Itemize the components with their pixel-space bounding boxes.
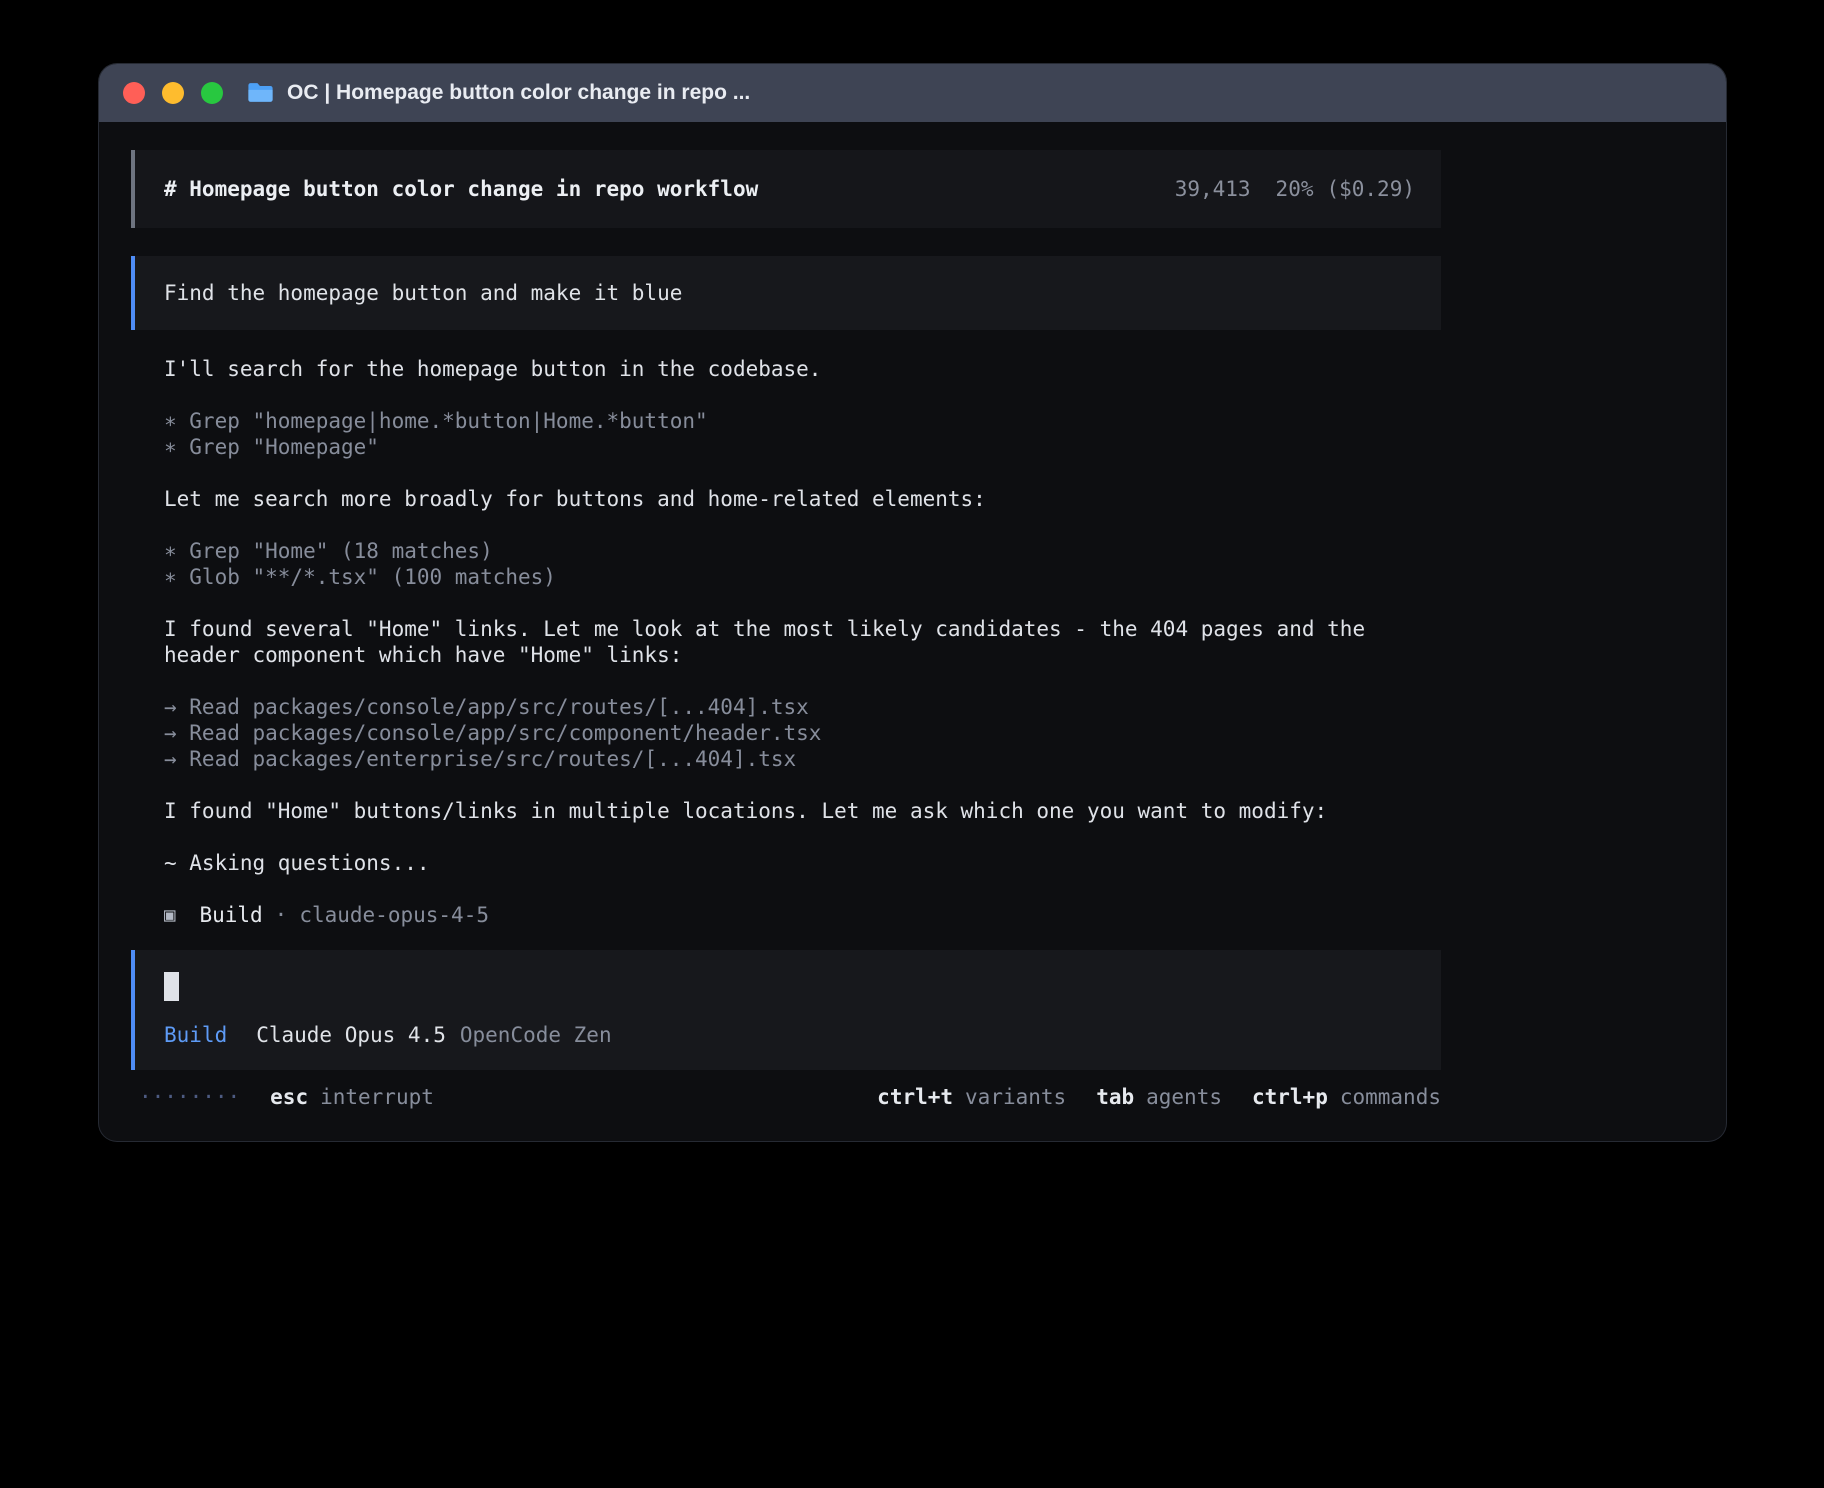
user-message-text: Find the homepage button and make it blu… (164, 281, 682, 305)
shortcut-variants[interactable]: ctrl+t variants (877, 1085, 1066, 1109)
traffic-lights (123, 82, 223, 104)
prompt-input[interactable]: Build Claude Opus 4.5 OpenCode Zen (131, 950, 1441, 1070)
blank-line (164, 668, 1441, 694)
zoom-button[interactable] (201, 82, 223, 104)
window-titlebar[interactable]: OC | Homepage button color change in rep… (99, 64, 1726, 122)
statusbar-shortcuts: ctrl+t variants tab agents ctrl+p commands (877, 1085, 1441, 1109)
session-column: # Homepage button color change in repo w… (131, 150, 1441, 1110)
blank-line (164, 460, 1441, 486)
blank-line (164, 772, 1441, 798)
text-cursor-icon (164, 972, 179, 1001)
tool-call-line: ∗ Grep "homepage|home.*button|Home.*butt… (164, 408, 1441, 434)
close-button[interactable] (123, 82, 145, 104)
separator-dot-icon: · (275, 903, 288, 927)
shortcut-key: tab (1096, 1085, 1134, 1109)
prompt-agent-badge[interactable]: Build (164, 1023, 227, 1047)
tool-call-line: ∗ Glob "**/*.tsx" (100 matches) (164, 564, 1441, 590)
tool-call-line: → Read packages/console/app/src/componen… (164, 720, 1441, 746)
shortcut-label: agents (1146, 1085, 1222, 1109)
terminal-window: OC | Homepage button color change in rep… (99, 64, 1726, 1141)
assistant-text-line: I found "Home" buttons/links in multiple… (164, 798, 1441, 824)
statusbar: ········ esc interrupt ctrl+t variants tab… (131, 1084, 1441, 1110)
blank-line (164, 382, 1441, 408)
blank-line (164, 512, 1441, 538)
prompt-meta: Build Claude Opus 4.5 OpenCode Zen (164, 1023, 612, 1047)
agent-name: Build (199, 903, 262, 927)
spinner-dots-icon: ········ (139, 1085, 240, 1109)
minimize-button[interactable] (162, 82, 184, 104)
blank-line (164, 824, 1441, 850)
shortcut-agents[interactable]: tab agents (1096, 1085, 1222, 1109)
assistant-text-line: Let me search more broadly for buttons a… (164, 486, 1441, 512)
user-message: Find the homepage button and make it blu… (131, 256, 1441, 330)
tool-call-line: → Read packages/enterprise/src/routes/[.… (164, 746, 1441, 772)
agent-model: claude-opus-4-5 (299, 903, 489, 927)
esc-label: interrupt (320, 1085, 434, 1109)
assistant-text-line: I'll search for the homepage button in t… (164, 356, 1441, 382)
statusbar-left: ········ esc interrupt (131, 1085, 434, 1109)
prompt-model-label[interactable]: Claude Opus 4.5 (256, 1023, 446, 1047)
shortcut-commands[interactable]: ctrl+p commands (1252, 1085, 1441, 1109)
assistant-text-line: header component which have "Home" links… (164, 642, 1441, 668)
session-meta: 39,413 20% ($0.29) (1175, 177, 1415, 201)
prompt-provider-label: OpenCode Zen (460, 1023, 612, 1047)
esc-key[interactable]: esc (270, 1085, 308, 1109)
task-icon: ▣ (164, 906, 175, 925)
assistant-text-line: I found several "Home" links. Let me loo… (164, 616, 1441, 642)
shortcut-label: variants (965, 1085, 1066, 1109)
blank-line (164, 590, 1441, 616)
assistant-transcript: I'll search for the homepage button in t… (131, 356, 1441, 876)
window-title: OC | Homepage button color change in rep… (287, 81, 750, 105)
tool-call-line: → Read packages/console/app/src/routes/[… (164, 694, 1441, 720)
assistant-text-line: ~ Asking questions... (164, 850, 1441, 876)
tool-call-line: ∗ Grep "Homepage" (164, 434, 1441, 460)
session-title: # Homepage button color change in repo w… (164, 177, 758, 201)
session-header: # Homepage button color change in repo w… (131, 150, 1441, 228)
token-count: 39,413 (1175, 177, 1251, 201)
agent-status-row: ▣ Build · claude-opus-4-5 (131, 902, 1441, 928)
folder-icon (247, 82, 274, 104)
context-percent: 20% (1276, 177, 1314, 201)
shortcut-key: ctrl+p (1252, 1085, 1328, 1109)
shortcut-label: commands (1340, 1085, 1441, 1109)
terminal-content: # Homepage button color change in repo w… (99, 122, 1726, 1141)
session-cost: ($0.29) (1326, 177, 1415, 201)
tool-call-line: ∗ Grep "Home" (18 matches) (164, 538, 1441, 564)
shortcut-key: ctrl+t (877, 1085, 953, 1109)
